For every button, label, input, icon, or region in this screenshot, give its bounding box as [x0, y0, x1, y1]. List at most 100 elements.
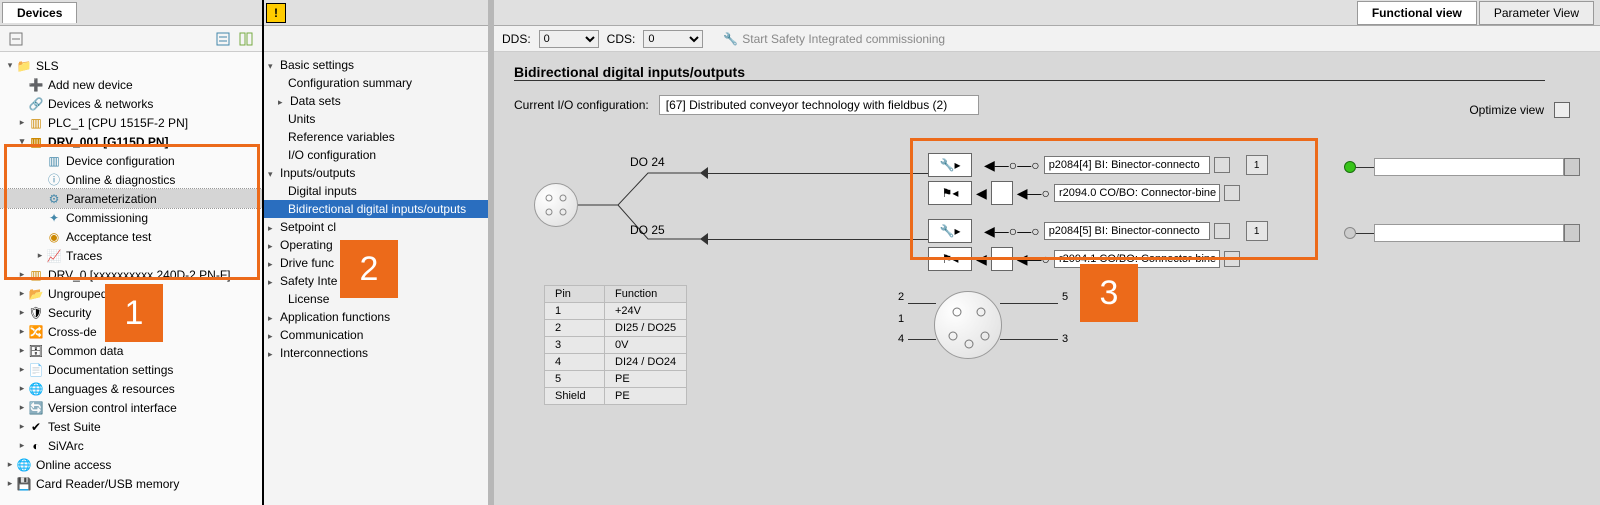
index-box[interactable]: 1: [1246, 155, 1268, 175]
callout-1: 1: [105, 284, 163, 342]
output-bar-end[interactable]: [1564, 158, 1580, 176]
functional-view-tab[interactable]: Functional view: [1357, 1, 1477, 25]
current-config-label: Current I/O configuration:: [514, 98, 649, 112]
device-tree[interactable]: ▾📁SLS ➕Add new device 🔗Devices & network…: [0, 52, 262, 505]
basic-settings-group[interactable]: ▾Basic settings: [264, 56, 488, 74]
pin-header: Pin: [545, 286, 605, 303]
index-box[interactable]: 1: [1246, 221, 1268, 241]
output-bar-do24[interactable]: [1374, 158, 1564, 176]
online-diag-node[interactable]: ⓘOnline & diagnostics: [0, 170, 262, 189]
units-node[interactable]: Units: [264, 110, 488, 128]
table-row: 4DI24 / DO24: [545, 354, 687, 371]
current-config-field[interactable]: [659, 95, 979, 115]
warning-icon: !: [266, 3, 286, 23]
sivarc-node[interactable]: ▸◐SiVArc: [0, 436, 262, 455]
output-bar-do25[interactable]: [1374, 224, 1564, 242]
online-access-node[interactable]: ▸🌐Online access: [0, 455, 262, 474]
traces-node[interactable]: ▸📈Traces: [0, 246, 262, 265]
devices-tab[interactable]: Devices: [2, 2, 77, 23]
pin-function-table: PinFunction 1+24V 2DI25 / DO25 30V 4DI24…: [544, 285, 687, 405]
card-reader-node[interactable]: ▸💾Card Reader/USB memory: [0, 474, 262, 493]
usb-icon: 💾: [16, 477, 32, 491]
param-edit-box[interactable]: [1224, 185, 1240, 201]
drive-icon: ▥: [28, 268, 44, 282]
table-row: 1+24V: [545, 303, 687, 320]
ref-vars-node[interactable]: Reference variables: [264, 128, 488, 146]
param-edit-box[interactable]: [1214, 223, 1230, 239]
do25-output-block[interactable]: 🔧▸ ◀—○—○ p2084[5] BI: Binector-connecto …: [928, 219, 1268, 243]
p2084-5-param[interactable]: p2084[5] BI: Binector-connecto: [1044, 222, 1210, 240]
vcs-node[interactable]: ▸🔄Version control interface: [0, 398, 262, 417]
plc-icon: ▥: [28, 116, 44, 130]
network-view-icon[interactable]: [6, 29, 26, 49]
p2084-4-param[interactable]: p2084[4] BI: Binector-connecto: [1044, 156, 1210, 174]
app-fn-group[interactable]: ▸Application functions: [264, 308, 488, 326]
list-view-icon[interactable]: [213, 29, 233, 49]
functional-view-panel: Functional view Parameter View DDS: 0 CD…: [494, 0, 1600, 505]
table-row: 2DI25 / DO25: [545, 320, 687, 337]
do24-output-block[interactable]: 🔧▸ ◀—○—○ p2084[4] BI: Binector-connecto …: [928, 153, 1268, 177]
lang-res-node[interactable]: ▸🌐Languages & resources: [0, 379, 262, 398]
devices-networks-node[interactable]: 🔗Devices & networks: [0, 94, 262, 113]
detail-view-icon[interactable]: [236, 29, 256, 49]
param-edit-box[interactable]: [1224, 251, 1240, 267]
comm-group[interactable]: ▸Communication: [264, 326, 488, 344]
commission-icon: ✦: [46, 211, 62, 225]
parameter-view-tab[interactable]: Parameter View: [1479, 1, 1594, 25]
r2094-0-param[interactable]: r2094.0 CO/BO: Connector-bine: [1054, 184, 1220, 202]
do25-terminal-icon: [700, 233, 708, 245]
left-port-icon: [534, 183, 578, 227]
data-icon: 🗄: [28, 344, 44, 358]
output-bar-end[interactable]: [1564, 224, 1580, 242]
device-config-node[interactable]: ▥Device configuration: [0, 151, 262, 170]
drv001-node[interactable]: ▾▥DRV_001 [G115D PN]: [0, 132, 262, 151]
digital-inputs-node[interactable]: Digital inputs: [264, 182, 488, 200]
io-config-node[interactable]: I/O configuration: [264, 146, 488, 164]
common-data-node[interactable]: ▸🗄Common data: [0, 341, 262, 360]
traces-icon: 📈: [46, 249, 62, 263]
devices-left-panel: Devices ▾📁SLS ➕Add new device 🔗Devices &…: [0, 0, 264, 505]
do24-input-block[interactable]: ⚑◂ ◀ ◀—○ r2094.0 CO/BO: Connector-bine: [928, 181, 1240, 205]
doc-settings-node[interactable]: ▸📄Documentation settings: [0, 360, 262, 379]
current-io-config-row: Current I/O configuration:: [514, 95, 1580, 115]
drv0-node[interactable]: ▸▥DRV_0 [xxxxxxxxxx 240D-2 PN-F]: [0, 265, 262, 284]
interconn-group[interactable]: ▸Interconnections: [264, 344, 488, 362]
plc1-node[interactable]: ▸▥PLC_1 [CPU 1515F-2 PN]: [0, 113, 262, 132]
acceptance-test-node[interactable]: ◉Acceptance test: [0, 227, 262, 246]
safety-start-action[interactable]: 🔧 Start Safety Integrated commissioning: [723, 32, 945, 46]
status-led-grey: [1344, 227, 1356, 239]
data-sets-group[interactable]: ▸Data sets: [264, 92, 488, 110]
flag-icon: ⚑◂: [928, 181, 972, 205]
add-device-node[interactable]: ➕Add new device: [0, 75, 262, 94]
project-node[interactable]: ▾📁SLS: [0, 56, 262, 75]
table-row: ShieldPE: [545, 388, 687, 405]
folder-icon: 📂: [28, 287, 44, 301]
optimize-checkbox[interactable]: [1554, 102, 1570, 118]
io-diagram-canvas: Bidirectional digital inputs/outputs Cur…: [494, 52, 1600, 505]
mid-header: !: [264, 0, 488, 26]
inputs-outputs-group[interactable]: ▾Inputs/outputs: [264, 164, 488, 182]
cds-label: CDS:: [607, 32, 636, 46]
parameterization-node[interactable]: ⚙Parameterization: [0, 189, 262, 208]
tool-icon: 🔧▸: [928, 219, 972, 243]
pin1-label: 1: [898, 313, 904, 325]
bidirectional-io-node[interactable]: Bidirectional digital inputs/outputs: [264, 200, 488, 218]
doc-icon: 📄: [28, 363, 44, 377]
drive-icon: ▥: [28, 135, 44, 149]
left-tab-header: Devices: [0, 0, 262, 26]
commissioning-node[interactable]: ✦Commissioning: [0, 208, 262, 227]
dds-select[interactable]: 0: [539, 30, 599, 48]
config-summary-node[interactable]: Configuration summary: [264, 74, 488, 92]
test-suite-node[interactable]: ▸✔Test Suite: [0, 417, 262, 436]
table-row: 30V: [545, 337, 687, 354]
setpoint-group[interactable]: ▸Setpoint cl: [264, 218, 488, 236]
table-row: 5PE: [545, 371, 687, 388]
shield-icon: 🛡: [28, 306, 44, 320]
param-edit-box[interactable]: [1214, 157, 1230, 173]
test-icon: ✔: [28, 420, 44, 434]
status-led-green: [1344, 161, 1356, 173]
cds-select[interactable]: 0: [643, 30, 703, 48]
optimize-view-control: Optimize view: [1469, 102, 1570, 118]
callout-2: 2: [340, 240, 398, 298]
pin2-label: 2: [898, 291, 904, 303]
